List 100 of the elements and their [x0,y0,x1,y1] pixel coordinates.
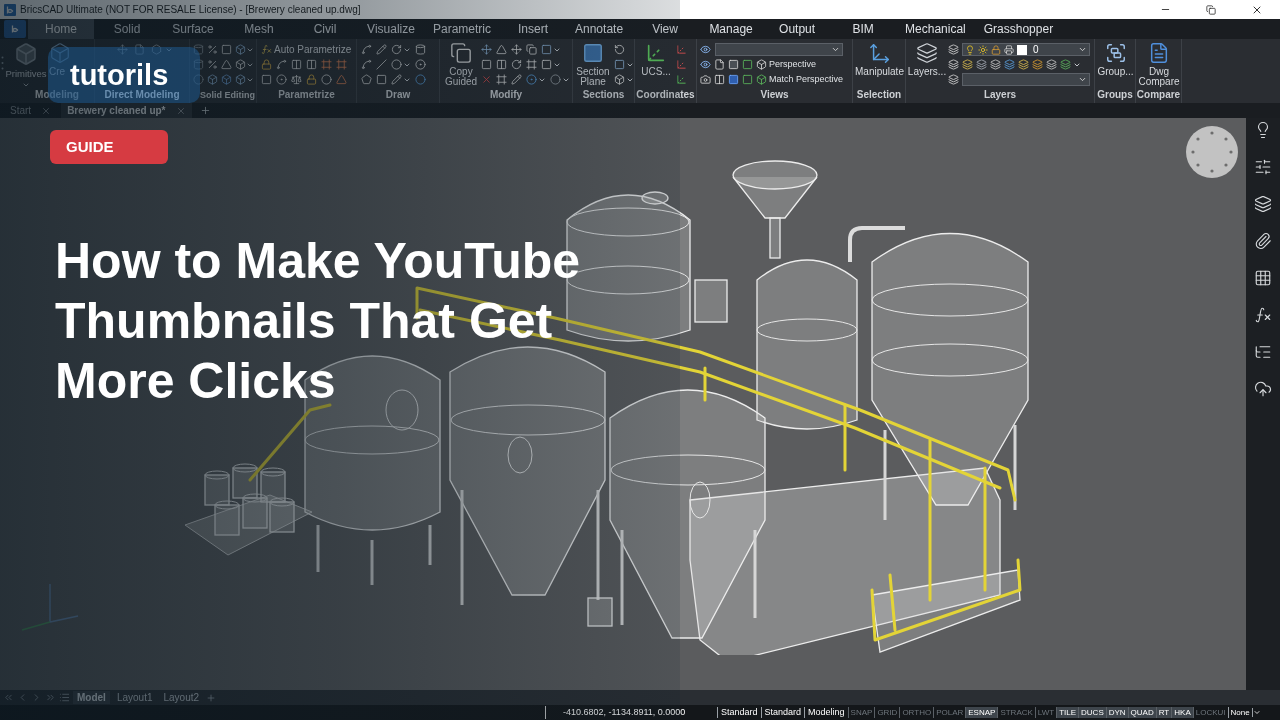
status-toggle[interactable]: GRID [874,707,900,718]
line-icon[interactable] [376,59,387,70]
sliders-icon[interactable] [1254,158,1272,176]
app-menu-button[interactable] [4,20,26,38]
balance-scale-icon[interactable] [291,74,302,85]
status-toggle[interactable]: ORTHO [899,707,934,718]
square-icon[interactable] [728,74,739,85]
pentagon-icon[interactable] [361,74,372,85]
square-icon[interactable] [481,59,492,70]
move-icon[interactable] [117,44,128,55]
percent-icon[interactable] [207,59,218,70]
ribbon-tab[interactable]: Manage [698,19,765,39]
camera-icon[interactable] [700,74,711,85]
circle-icon[interactable] [550,74,561,85]
status-toggle[interactable]: ESNAP [965,707,998,718]
rotate-icon[interactable] [391,44,402,55]
chevron-down-icon[interactable] [1078,45,1087,54]
curve-icon[interactable] [276,59,287,70]
ribbon-tab[interactable]: Civil [292,19,358,39]
cylinder-icon[interactable] [193,44,204,55]
layers-icon[interactable] [990,59,1001,70]
paperclip-icon[interactable] [1254,232,1272,250]
tree-icon[interactable] [1254,343,1272,361]
hexagon-icon[interactable] [151,44,162,55]
axes-icon[interactable] [645,42,667,64]
axes-icon[interactable] [676,74,687,85]
layers-icon[interactable] [1046,59,1057,70]
cube-icon[interactable] [756,74,767,85]
square-icon[interactable] [614,59,625,70]
cube-icon[interactable] [614,74,625,85]
status-toggle[interactable]: LOCKUI [1192,707,1228,718]
ribbon-tab[interactable]: Solid [94,19,160,39]
group-button[interactable]: Group... [1096,42,1135,77]
dwg-compare-button[interactable]: Dwg Compare [1137,42,1181,87]
square-icon[interactable] [376,74,387,85]
hash-icon[interactable] [321,59,332,70]
chevron-down-icon[interactable] [1078,75,1087,84]
percent-icon[interactable] [207,44,218,55]
lock-icon[interactable] [991,44,1001,55]
layers-button[interactable]: Layers... [909,42,945,77]
status-toggle[interactable]: TILE [1056,707,1079,718]
columns-icon[interactable] [291,59,302,70]
model-viewport[interactable] [0,118,1246,690]
layers-icon[interactable] [948,74,959,85]
layers-icon[interactable] [1254,195,1272,213]
layer-dropdown[interactable]: 0 [962,43,1090,56]
status-style-button[interactable]: Standard [717,707,761,718]
triangle-icon[interactable] [336,74,347,85]
rotate-icon[interactable] [511,59,522,70]
annotation-scale-button[interactable]: None [1227,707,1252,718]
ribbon-tab[interactable]: Mechanical [896,19,975,39]
sun-icon[interactable] [978,44,988,55]
hash-icon[interactable] [496,74,507,85]
ribbon-tab[interactable]: BIM [830,19,897,39]
perspective-button[interactable]: Perspective [756,57,817,72]
copy-icon[interactable] [450,42,472,64]
columns-icon[interactable] [714,74,725,85]
status-style-button[interactable]: Standard [760,707,805,718]
columns-icon[interactable] [306,59,317,70]
layers-icon[interactable] [1018,59,1029,70]
status-toggle[interactable]: DYN [1105,707,1128,718]
ribbon-tab[interactable]: View [632,19,699,39]
auto-parametrize-button[interactable]: Auto Parametrize [261,42,352,57]
move-icon[interactable] [481,44,492,55]
pencil-icon[interactable] [376,44,387,55]
ribbon-tab[interactable]: Output [764,19,831,39]
ribbon-tab[interactable]: Mesh [226,19,292,39]
list-icon[interactable] [59,692,70,703]
status-toggle[interactable]: SNAP [847,707,875,718]
section-plane-button[interactable]: Section Plane [575,42,611,87]
status-toggle[interactable]: HKA [1171,707,1193,718]
layers-icon[interactable] [962,59,973,70]
square-icon[interactable] [261,74,272,85]
layers-icon[interactable] [948,44,959,55]
ribbon-tab[interactable]: Parametric [424,19,500,39]
lock-icon[interactable] [261,59,272,70]
caret-icon[interactable] [1251,708,1261,717]
match-perspective-button[interactable]: Match Perspective [756,72,844,87]
restore-icon[interactable] [1206,4,1216,15]
layers-icon[interactable] [916,42,938,64]
grid-icon[interactable] [1254,269,1272,287]
ribbon-tab[interactable]: Grasshopper [974,19,1063,39]
status-toggle[interactable]: QUAD [1127,707,1156,718]
ribbon-tab[interactable]: Insert [500,19,566,39]
cube-icon[interactable] [756,59,767,70]
status-toggle[interactable]: DUCS [1078,707,1106,718]
manipulate-button[interactable]: Manipulate [854,42,905,77]
square-icon[interactable] [582,42,604,64]
status-toggle[interactable]: STRACK [997,707,1035,718]
axes-arrows-icon[interactable] [868,42,891,64]
circle-dot-icon[interactable] [526,74,537,85]
eye-icon[interactable] [700,44,711,55]
eye-icon[interactable] [700,59,711,70]
columns-icon[interactable] [496,59,507,70]
curve-icon[interactable] [361,59,372,70]
curve-icon[interactable] [361,44,372,55]
status-toggle[interactable]: RT [1155,707,1172,718]
ribbon-tab[interactable]: Surface [160,19,226,39]
copy-guided-button[interactable]: Copy Guided [444,42,478,87]
circle-icon[interactable] [193,74,204,85]
